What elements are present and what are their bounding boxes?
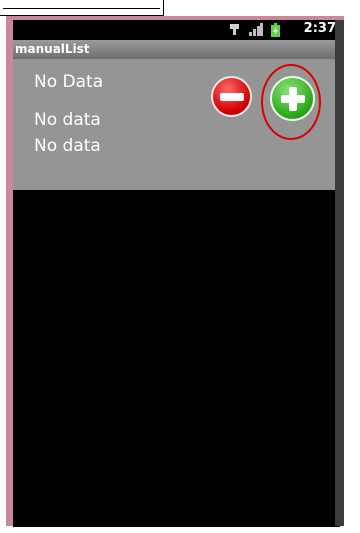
list-item[interactable]: No data (34, 110, 101, 130)
list-panel: No Data No data No data (13, 59, 340, 190)
signal-icon (249, 23, 263, 36)
tab-fragment (0, 0, 164, 16)
title-bar: manualList (13, 40, 340, 59)
list-item[interactable]: No data (34, 136, 101, 156)
usb-icon (230, 24, 239, 35)
app-title: manualList (15, 42, 90, 56)
minus-icon (220, 93, 244, 101)
list-item[interactable]: No Data (34, 72, 103, 92)
clock: 2:37 (303, 21, 336, 36)
battery-icon (271, 23, 280, 37)
device-frame: 2:37 manualList No Data No data No data (6, 16, 344, 527)
screen: 2:37 manualList No Data No data No data (13, 20, 340, 527)
remove-button[interactable] (211, 76, 252, 117)
status-bar: 2:37 (13, 20, 340, 40)
scroll-edge (335, 20, 344, 526)
add-button[interactable] (270, 76, 315, 121)
